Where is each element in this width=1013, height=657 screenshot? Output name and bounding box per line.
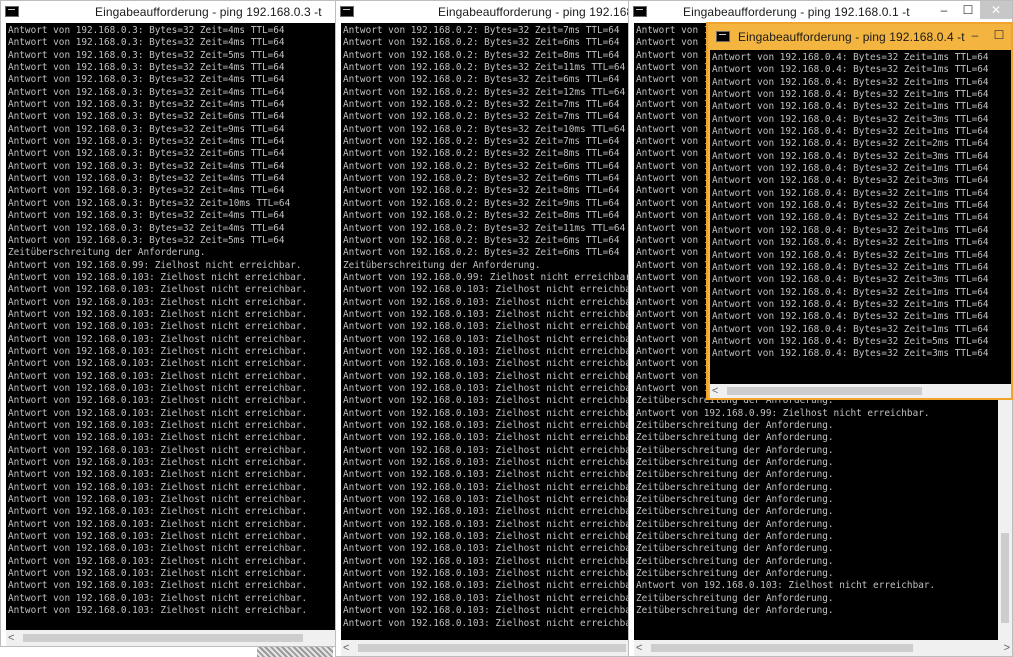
- scrollbar-thumb[interactable]: [727, 387, 922, 395]
- console-icon[interactable]: [633, 6, 647, 17]
- horizontal-scrollbar[interactable]: <: [341, 640, 632, 656]
- console-output[interactable]: Antwort von 192.168.0.3: Bytes=32 Zeit=4…: [6, 23, 335, 630]
- console-window-ping-192-168-0-2[interactable]: Eingabeaufforderung - ping 192.168 Antwo…: [335, 0, 633, 657]
- console-window-ping-192-168-0-3[interactable]: Eingabeaufforderung - ping 192.168.0.3 -…: [0, 0, 336, 647]
- scroll-left-icon[interactable]: <: [8, 632, 14, 644]
- console-output[interactable]: Antwort von 192.168.0.4: Bytes=32 Zeit=1…: [710, 50, 1011, 384]
- console-text: Antwort von 192.168.0.3: Bytes=32 Zeit=4…: [8, 25, 308, 617]
- maximize-button[interactable]: ☐: [956, 1, 980, 19]
- horizontal-scrollbar[interactable]: <: [710, 384, 1011, 398]
- console-text: Antwort von 192.168.0.4: Bytes=32 Zeit=1…: [712, 52, 989, 360]
- scrollbar-thumb[interactable]: [23, 634, 303, 642]
- scroll-left-icon[interactable]: <: [712, 385, 718, 397]
- console-icon[interactable]: [340, 6, 354, 17]
- scroll-left-icon[interactable]: <: [636, 642, 642, 654]
- scroll-left-icon[interactable]: <: [343, 642, 349, 654]
- taskbar-fragment: [257, 647, 333, 657]
- console-icon[interactable]: [716, 31, 730, 42]
- console-window-ping-192-168-0-4[interactable]: Eingabeaufforderung - ping 192.168.0.4 -…: [706, 22, 1013, 400]
- window-title: Eingabeaufforderung - ping 192.168.0.1 -…: [683, 5, 910, 19]
- console-icon[interactable]: [5, 6, 19, 17]
- scrollbar-thumb[interactable]: [358, 644, 626, 652]
- scroll-right-icon[interactable]: >: [1004, 642, 1010, 654]
- minimize-button[interactable]: –: [932, 1, 956, 19]
- horizontal-scrollbar[interactable]: < >: [634, 640, 1012, 656]
- minimize-button[interactable]: –: [963, 26, 987, 44]
- title-bar[interactable]: Eingabeaufforderung - ping 192.168.0.4 -…: [708, 24, 1011, 50]
- window-title: Eingabeaufforderung - ping 192.168: [438, 5, 633, 19]
- scrollbar-thumb[interactable]: [651, 644, 913, 652]
- window-title: Eingabeaufforderung - ping 192.168.0.4 -…: [738, 30, 965, 44]
- title-bar[interactable]: Eingabeaufforderung - ping 192.168.0.3 -…: [1, 1, 335, 23]
- caption-buttons: – ☐: [963, 26, 1011, 46]
- window-title: Eingabeaufforderung - ping 192.168.0.3 -…: [95, 5, 322, 19]
- maximize-button[interactable]: ☐: [987, 26, 1011, 44]
- horizontal-scrollbar[interactable]: <: [6, 630, 335, 646]
- close-button[interactable]: ✕: [980, 1, 1012, 19]
- title-bar[interactable]: Eingabeaufforderung - ping 192.168: [336, 1, 632, 23]
- scrollbar-thumb[interactable]: [1001, 533, 1009, 623]
- caption-buttons: – ☐ ✕: [932, 1, 1012, 21]
- title-bar[interactable]: Eingabeaufforderung - ping 192.168.0.1 -…: [629, 1, 1012, 23]
- console-text: Antwort von 192.168.0.2: Bytes=32 Zeit=7…: [343, 25, 632, 629]
- console-output[interactable]: Antwort von 192.168.0.2: Bytes=32 Zeit=7…: [341, 23, 632, 640]
